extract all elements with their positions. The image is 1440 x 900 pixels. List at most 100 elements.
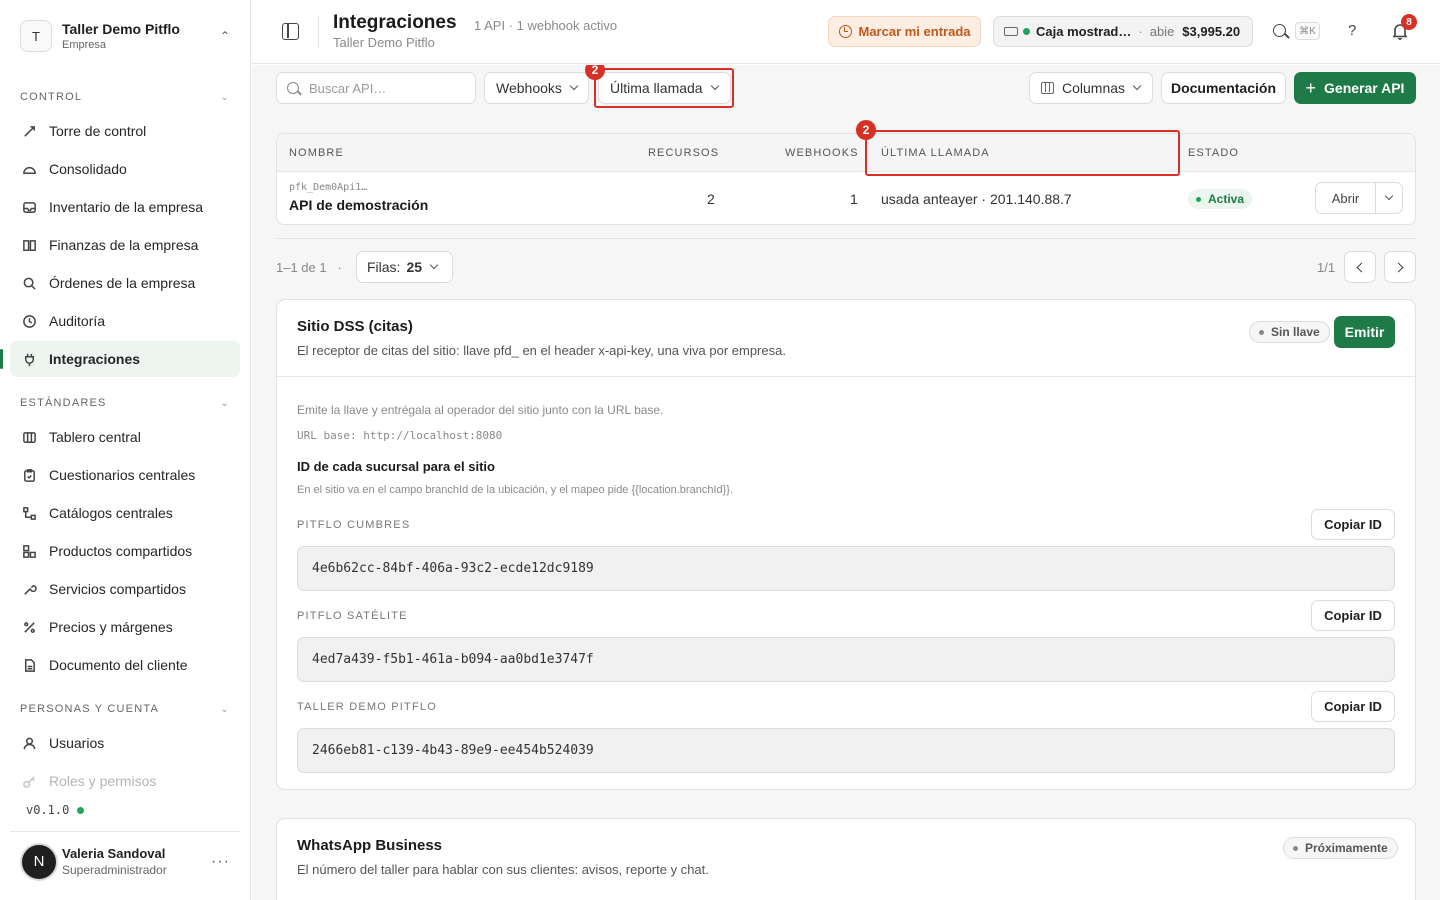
card-title: WhatsApp Business (297, 837, 443, 854)
tree-icon (23, 506, 36, 520)
webhooks-count: 1 (850, 191, 858, 207)
sidebar-item-documento[interactable]: Documento del cliente (10, 647, 240, 683)
sidebar-item-tablero-central[interactable]: Tablero central (10, 419, 240, 455)
org-avatar: T (20, 20, 52, 52)
divider (277, 376, 1415, 377)
next-page-button[interactable] (1384, 251, 1416, 283)
key-icon (23, 775, 35, 788)
plus-icon: + (1305, 78, 1317, 98)
status-dot (77, 806, 85, 814)
documentation-button[interactable]: Documentación (1161, 72, 1286, 104)
copy-id-button[interactable]: Copiar ID (1311, 509, 1395, 540)
chevron-right-icon (1393, 262, 1404, 272)
sidebar-item-finanzas[interactable]: Finanzas de la empresa (10, 227, 240, 263)
branch-id-field[interactable]: 4ed7a439-f5b1-461a-b094-aa0bd1e3747f (297, 637, 1395, 682)
sidebar-item-integraciones[interactable]: Integraciones (0, 341, 240, 377)
webhooks-filter[interactable]: Webhooks (484, 72, 589, 104)
book-icon (23, 239, 36, 251)
annotation-highlight (594, 68, 734, 108)
table-header: NOMBRE RECURSOS WEBHOOKS ÚLTIMA LLAMADA … (277, 134, 1415, 172)
check-in-button[interactable]: Marcar mi entrada (828, 16, 981, 47)
branches-note: En el sitio va en el campo branchId de l… (297, 484, 734, 496)
cash-icon (1004, 27, 1018, 36)
base-url: URL base: http://localhost:8080 (297, 429, 503, 442)
chevron-down-icon (1132, 81, 1142, 91)
sidebar-item-servicios[interactable]: Servicios compartidos (10, 571, 240, 607)
divider (276, 238, 1416, 239)
last-call-value: usada anteayer · 201.140.88.7 (881, 191, 1072, 207)
search-icon[interactable] (1273, 24, 1286, 37)
search-icon (287, 82, 299, 94)
section-control[interactable]: CONTROL ⌄ (10, 85, 240, 109)
section-personas[interactable]: PERSONAS Y CUENTA ⌄ (10, 697, 240, 721)
sidebar-item-torre-de-control[interactable]: Torre de control (10, 113, 240, 149)
search-box[interactable] (276, 72, 476, 104)
cash-register-selector[interactable]: Caja mostrad… · abie $3,995.20 (993, 16, 1253, 47)
emit-button[interactable]: Emitir (1334, 316, 1395, 348)
sidebar-item-productos[interactable]: Productos compartidos (10, 533, 240, 569)
plug-icon (25, 353, 34, 366)
dss-card: Sitio DSS (citas) El receptor de citas d… (276, 299, 1416, 790)
gauge-icon (24, 125, 35, 137)
branch-id-field[interactable]: 4e6b62cc-84bf-406a-93c2-ecde12dc9189 (297, 546, 1395, 591)
annotation-highlight (865, 130, 1180, 176)
boxes-icon (23, 544, 36, 558)
api-key-prefix: pfk_Dem0Api1… (289, 182, 368, 193)
table-row[interactable]: pfk_Dem0Api1… API de demostración 2 1 us… (277, 172, 1415, 225)
card-title: Sitio DSS (citas) (297, 318, 413, 335)
generate-api-button[interactable]: + Generar API (1294, 72, 1416, 104)
open-menu-button[interactable] (1376, 183, 1402, 213)
user-menu[interactable]: N Valeria Sandoval Superadministrador ··… (10, 831, 240, 891)
percent-icon (24, 621, 35, 633)
columns-button[interactable]: Columnas (1029, 72, 1153, 104)
page-meta: 1 API · 1 webhook activo (474, 18, 618, 33)
top-bar: Integraciones 1 API · 1 webhook activo T… (252, 0, 1440, 64)
chevron-down-icon (429, 260, 439, 270)
whatsapp-card: WhatsApp Business El número del taller p… (276, 818, 1416, 900)
sidebar-item-consolidado[interactable]: Consolidado (10, 151, 240, 187)
sidebar-item-catalogos[interactable]: Catálogos centrales (10, 495, 240, 531)
toggle-sidebar-icon[interactable] (282, 23, 299, 40)
user-role: Superadministrador (62, 863, 167, 877)
chevron-down-icon: ⌄ (220, 703, 230, 715)
column-header-webhooks[interactable]: WEBHOOKS (785, 147, 859, 159)
open-button-group: Abrir (1315, 182, 1403, 214)
rows-per-page-select[interactable]: Filas: 25 (356, 251, 453, 283)
version-indicator: v0.1.0 (26, 803, 85, 817)
more-icon[interactable]: ··· (211, 853, 230, 871)
chevron-up-down-icon: ⌃ (219, 29, 230, 43)
branch-id-field[interactable]: 2466eb81-c139-4b43-89e9-ee454b524039 (297, 728, 1395, 773)
sidebar-item-auditoria[interactable]: Auditoría (10, 303, 240, 339)
help-icon[interactable]: ? (1348, 22, 1356, 39)
section-estandares[interactable]: ESTÁNDARES ⌄ (10, 391, 240, 415)
open-button[interactable]: Abrir (1316, 183, 1376, 213)
chevron-left-icon (1356, 262, 1367, 272)
prev-page-button[interactable] (1344, 251, 1376, 283)
sidebar-item-cuestionarios[interactable]: Cuestionarios centrales (10, 457, 240, 493)
column-header-resources[interactable]: RECURSOS (648, 147, 719, 159)
search-icon (23, 277, 36, 290)
status-badge: Próximamente (1283, 837, 1398, 859)
annotation-badge: 2 (856, 120, 876, 140)
status-dot (1023, 28, 1030, 35)
org-switcher[interactable]: T Taller Demo Pitflo Empresa ⌃ (10, 10, 240, 62)
column-header-status[interactable]: ESTADO (1188, 147, 1239, 159)
search-input[interactable] (309, 80, 459, 96)
wrench-icon (24, 584, 37, 595)
copy-id-button[interactable]: Copiar ID (1311, 691, 1395, 722)
page-indicator: 1/1 (1317, 260, 1336, 275)
history-icon (23, 314, 36, 328)
column-header-name[interactable]: NOMBRE (289, 147, 344, 159)
sidebar-item-usuarios[interactable]: Usuarios (10, 725, 240, 761)
status-badge: Activa (1188, 189, 1253, 209)
sidebar-item-inventario[interactable]: Inventario de la empresa (10, 189, 240, 225)
instructions-text: Emite la llave y entrégala al operador d… (297, 403, 664, 417)
chevron-down-icon (1384, 191, 1394, 201)
sidebar-item-roles[interactable]: Roles y permisos (10, 763, 240, 799)
sidebar-item-precios[interactable]: Precios y márgenes (10, 609, 240, 645)
sidebar-item-ordenes[interactable]: Órdenes de la empresa (10, 265, 240, 301)
sidebar: T Taller Demo Pitflo Empresa ⌃ CONTROL ⌄ … (0, 0, 251, 900)
copy-id-button[interactable]: Copiar ID (1311, 600, 1395, 631)
user-name: Valeria Sandoval (62, 846, 166, 861)
divider (318, 16, 319, 48)
